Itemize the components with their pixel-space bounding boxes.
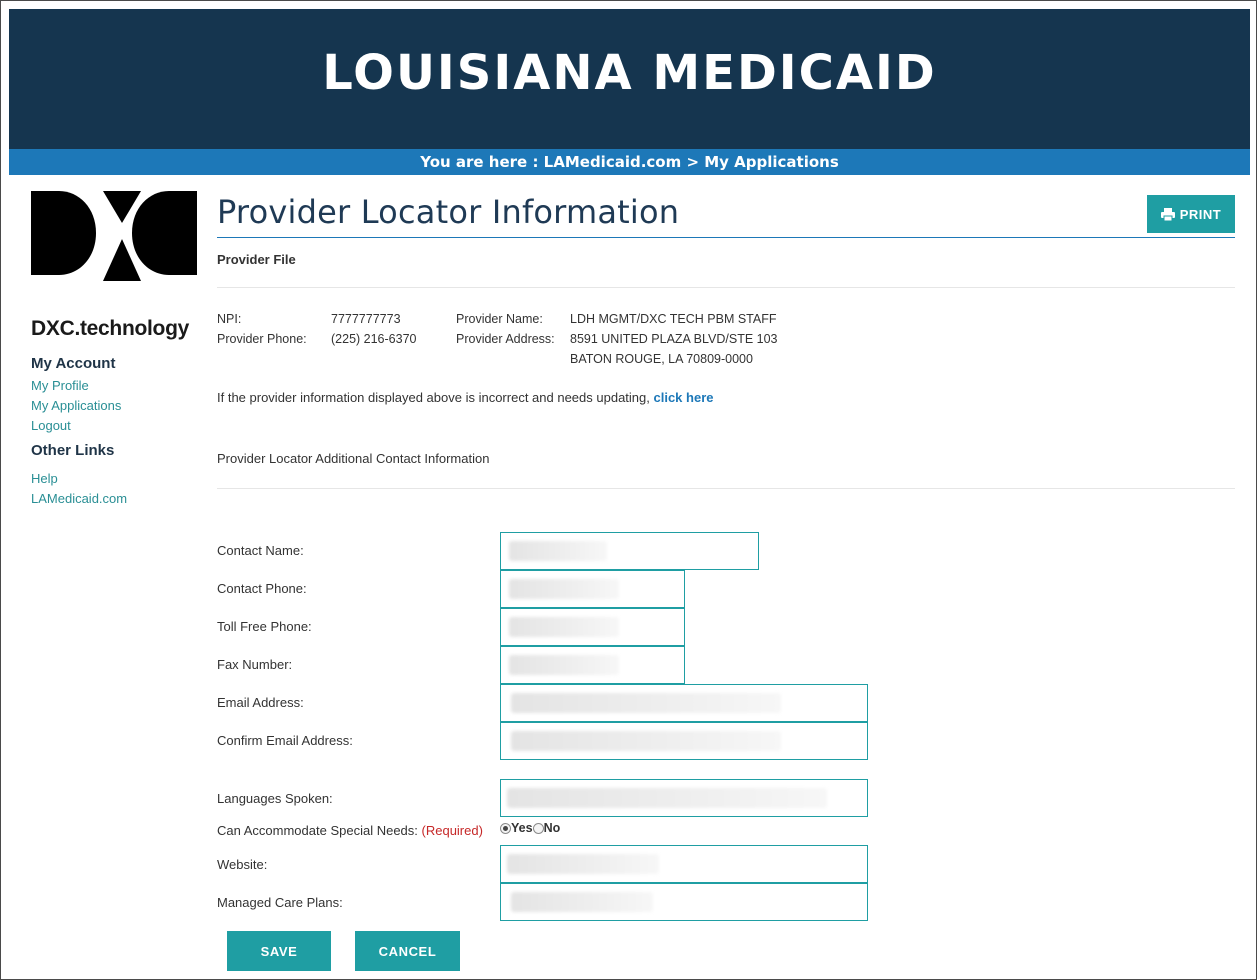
provider-name-label: Provider Name: — [456, 312, 543, 326]
my-account-links: My Profile My Applications Logout — [31, 376, 201, 436]
npi-label: NPI: — [217, 312, 242, 326]
special-needs-yes-radio[interactable] — [500, 822, 511, 834]
special-needs-label: Can Accommodate Special Needs: (Required… — [217, 823, 483, 838]
special-needs-radio-group: Yes No — [500, 821, 560, 835]
email-input[interactable] — [500, 684, 868, 722]
languages-label: Languages Spoken: — [217, 791, 333, 806]
sidebar-link-my-profile[interactable]: My Profile — [31, 376, 201, 396]
sidebar: DXC.technology My Account My Profile My … — [31, 191, 201, 509]
page-title: Provider Locator Information — [217, 193, 680, 231]
title-divider — [217, 237, 1235, 238]
fax-label: Fax Number: — [217, 657, 293, 672]
confirm-email-input[interactable] — [500, 722, 868, 760]
managed-care-label: Managed Care Plans: — [217, 895, 343, 910]
provider-file-heading: Provider File — [217, 252, 296, 267]
provider-address-line1: 8591 UNITED PLAZA BLVD/STE 103 — [570, 332, 778, 346]
redacted-value — [511, 892, 653, 912]
toll-free-input[interactable] — [500, 608, 685, 646]
provider-phone-label: Provider Phone: — [217, 332, 307, 346]
dxc-logo-icon — [31, 191, 197, 281]
update-note: If the provider information displayed ab… — [217, 390, 1235, 405]
email-label: Email Address: — [217, 695, 304, 710]
divider — [217, 287, 1235, 288]
redacted-value — [511, 693, 781, 713]
sidebar-link-help[interactable]: Help — [31, 469, 201, 489]
provider-name-value: LDH MGMT/DXC TECH PBM STAFF — [570, 312, 777, 326]
special-needs-no-label: No — [543, 821, 561, 835]
redacted-value — [509, 655, 619, 675]
redacted-value — [511, 731, 781, 751]
sidebar-link-my-applications[interactable]: My Applications — [31, 396, 201, 416]
divider — [217, 488, 1235, 489]
my-account-heading: My Account — [31, 355, 116, 372]
special-needs-no-radio[interactable] — [532, 822, 544, 834]
print-label: PRINT — [1179, 206, 1222, 222]
printer-icon — [1160, 207, 1175, 221]
redacted-value — [509, 541, 607, 561]
redacted-value — [507, 854, 659, 874]
redacted-value — [509, 579, 619, 599]
confirm-email-label: Confirm Email Address: — [217, 733, 353, 748]
managed-care-input[interactable] — [500, 883, 868, 921]
save-button[interactable]: SAVE — [227, 931, 331, 971]
required-marker: (Required) — [421, 823, 483, 838]
provider-info: NPI: 7777777773 Provider Phone: (225) 21… — [217, 312, 1235, 372]
page-frame: LOUISIANA MEDICAID You are here : LAMedi… — [0, 0, 1257, 980]
contact-name-label: Contact Name: — [217, 543, 304, 558]
provider-phone-value: (225) 216-6370 — [331, 332, 417, 346]
contact-phone-input[interactable] — [500, 570, 685, 608]
sidebar-link-lamedicaid[interactable]: LAMedicaid.com — [31, 489, 201, 509]
main-content: Provider Locator Information PRINT Provi… — [217, 191, 1235, 489]
click-here-link[interactable]: click here — [654, 390, 714, 405]
special-needs-text: Can Accommodate Special Needs: — [217, 823, 418, 838]
contact-phone-label: Contact Phone: — [217, 581, 307, 596]
breadcrumb: You are here : LAMedicaid.com > My Appli… — [9, 149, 1250, 175]
print-button[interactable]: PRINT — [1147, 195, 1235, 233]
fax-input[interactable] — [500, 646, 685, 684]
special-needs-yes-label: Yes — [511, 821, 533, 835]
provider-address-label: Provider Address: — [456, 332, 555, 346]
additional-contact-heading: Provider Locator Additional Contact Info… — [217, 451, 490, 466]
update-note-text: If the provider information displayed ab… — [217, 390, 650, 405]
dxc-logo-text: DXC.technology — [31, 317, 189, 340]
website-label: Website: — [217, 857, 268, 872]
cancel-button[interactable]: CANCEL — [355, 931, 460, 971]
site-title: LOUISIANA MEDICAID — [322, 45, 937, 101]
sidebar-link-logout[interactable]: Logout — [31, 416, 201, 436]
other-links-heading: Other Links — [31, 442, 115, 459]
npi-value: 7777777773 — [331, 312, 401, 326]
toll-free-label: Toll Free Phone: — [217, 619, 312, 634]
website-input[interactable] — [500, 845, 868, 883]
languages-input[interactable] — [500, 779, 868, 817]
redacted-value — [507, 788, 827, 808]
header-banner: LOUISIANA MEDICAID — [9, 9, 1250, 149]
provider-address-line2: BATON ROUGE, LA 70809-0000 — [570, 352, 753, 366]
redacted-value — [509, 617, 619, 637]
other-links: Help LAMedicaid.com — [31, 469, 201, 509]
contact-name-input[interactable] — [500, 532, 759, 570]
